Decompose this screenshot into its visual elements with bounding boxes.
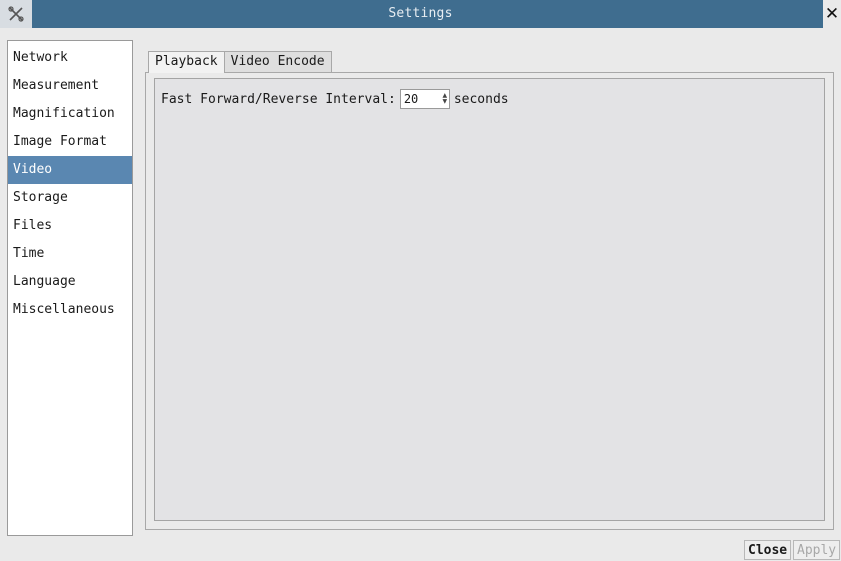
tab-panel: Fast Forward/Reverse Interval: ▲ ▼ secon… <box>145 72 834 530</box>
sidebar-item-measurement[interactable]: Measurement <box>8 72 132 100</box>
sidebar-item-image-format[interactable]: Image Format <box>8 128 132 156</box>
spin-arrows[interactable]: ▲ ▼ <box>440 90 449 108</box>
video-tab-bar: Playback Video Encode <box>148 51 332 73</box>
interval-spinbox: ▲ ▼ <box>399 89 450 109</box>
sidebar-item-video[interactable]: Video <box>8 156 132 184</box>
interval-setting-row: Fast Forward/Reverse Interval: ▲ ▼ secon… <box>161 89 509 109</box>
sidebar-item-storage[interactable]: Storage <box>8 184 132 212</box>
apply-button[interactable]: Apply <box>793 540 841 560</box>
spin-down-icon[interactable]: ▼ <box>443 99 448 105</box>
sidebar-item-files[interactable]: Files <box>8 212 132 240</box>
tab-playback[interactable]: Playback <box>148 51 225 73</box>
sidebar-item-language[interactable]: Language <box>8 268 132 296</box>
playback-panel: Fast Forward/Reverse Interval: ▲ ▼ secon… <box>154 78 825 521</box>
interval-input[interactable] <box>400 90 441 108</box>
interval-label: Fast Forward/Reverse Interval: <box>161 91 396 107</box>
close-button[interactable]: Close <box>744 540 792 560</box>
window-close-icon[interactable]: ✕ <box>823 0 841 28</box>
sidebar-item-time[interactable]: Time <box>8 240 132 268</box>
settings-window: Settings ✕ Network Measurement Magnifica… <box>0 0 841 561</box>
interval-unit: seconds <box>453 91 509 107</box>
tab-video-encode[interactable]: Video Encode <box>223 51 332 72</box>
settings-category-list: Network Measurement Magnification Image … <box>7 40 133 536</box>
title-bar: Settings ✕ <box>0 0 841 28</box>
sidebar-item-network[interactable]: Network <box>8 44 132 72</box>
sidebar-item-magnification[interactable]: Magnification <box>8 100 132 128</box>
window-title: Settings <box>388 6 453 21</box>
sidebar-item-miscellaneous[interactable]: Miscellaneous <box>8 296 132 324</box>
